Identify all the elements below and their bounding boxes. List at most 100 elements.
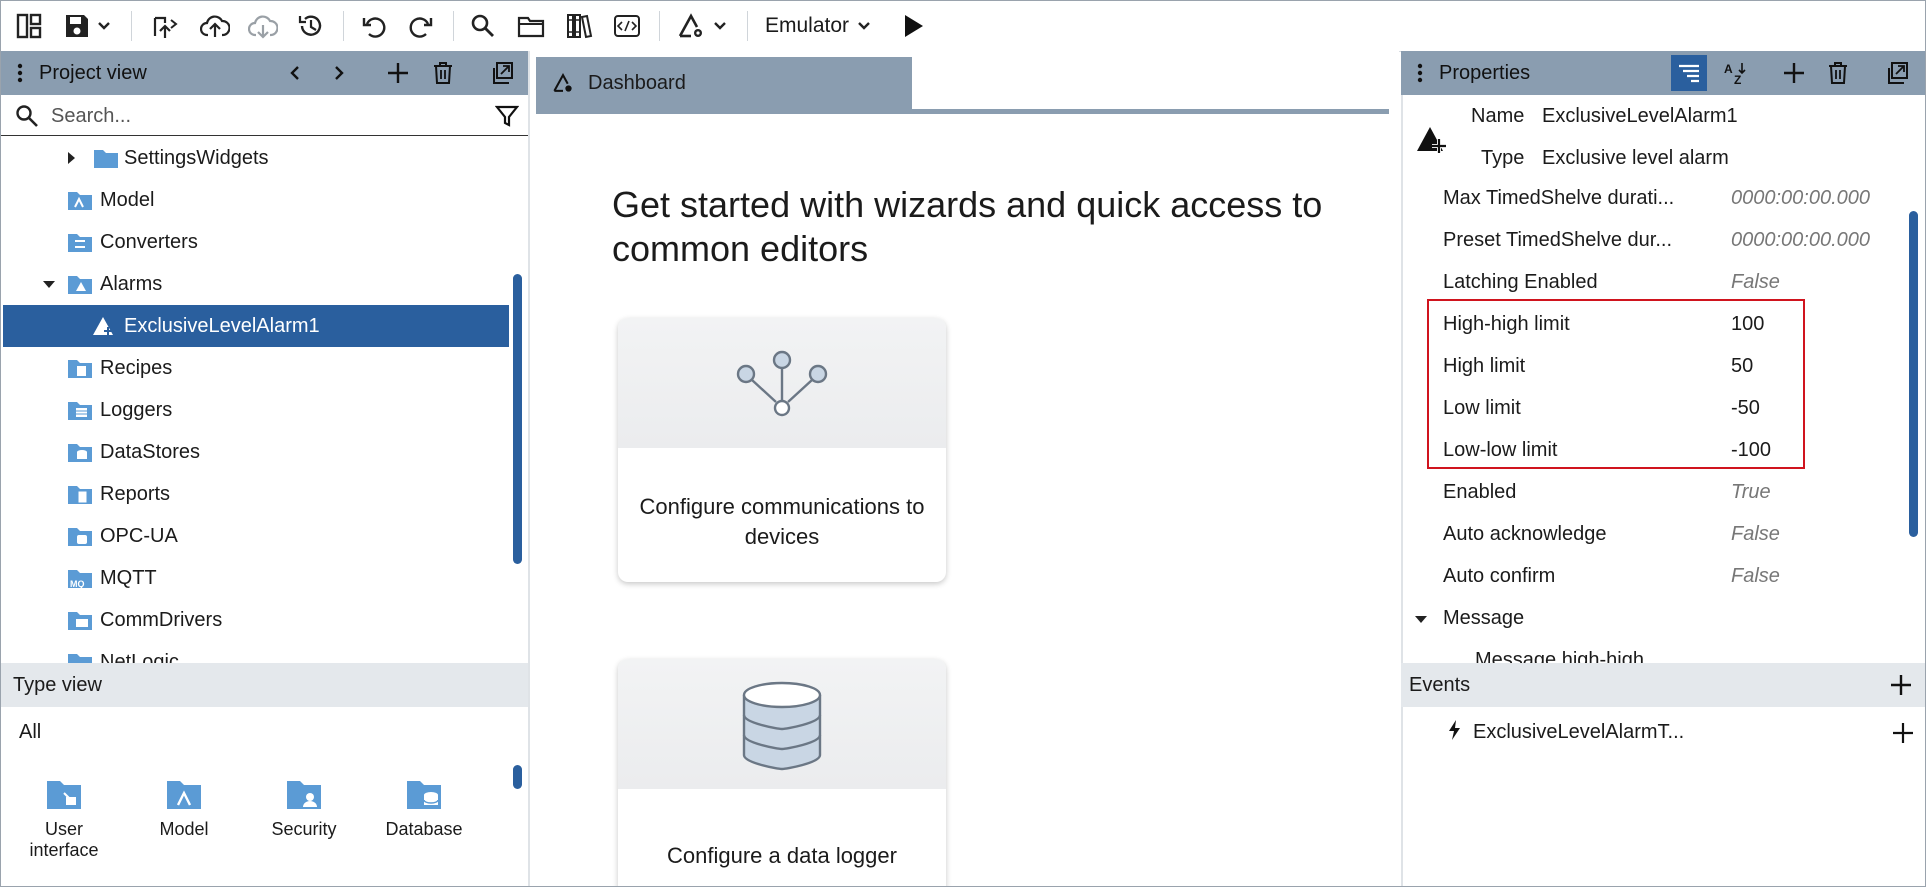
tree-item-model[interactable]: Model: [3, 179, 509, 221]
emulator-dropdown[interactable]: Emulator: [765, 11, 871, 41]
alarm-settings-icon[interactable]: [675, 10, 707, 42]
property-row[interactable]: Preset TimedShelve dur... 0000:00:00.000: [1401, 219, 1906, 261]
property-value[interactable]: False: [1731, 271, 1780, 294]
property-value[interactable]: False: [1731, 565, 1780, 588]
tree-item-mqtt[interactable]: MQ MQTT: [3, 557, 509, 599]
tree-item-loggers[interactable]: Loggers: [3, 389, 509, 431]
tree-item-recipes[interactable]: Recipes: [3, 347, 509, 389]
tab-label: Dashboard: [588, 71, 686, 94]
tree-item-settingswidgets[interactable]: SettingsWidgets: [3, 137, 509, 179]
folder-icon[interactable]: [515, 10, 547, 42]
property-value[interactable]: 0000:00:00.000: [1731, 229, 1870, 252]
type-item-user-interface[interactable]: User interface: [9, 773, 119, 861]
tree-scrollbar[interactable]: [513, 274, 522, 564]
property-value[interactable]: False: [1731, 523, 1780, 546]
page-title: Get started with wizards and quick acces…: [612, 184, 1323, 269]
popout-icon[interactable]: [1881, 57, 1913, 89]
property-row[interactable]: Auto acknowledge False: [1401, 513, 1906, 555]
trash-icon[interactable]: [427, 57, 459, 89]
code-icon[interactable]: [611, 10, 643, 42]
tree-item-opc-ua[interactable]: OPC-UA: [3, 515, 509, 557]
type-filter[interactable]: All: [19, 721, 41, 744]
layout-icon[interactable]: [13, 10, 45, 42]
tree-item-label: ExclusiveLevelAlarm1: [124, 314, 320, 337]
redo-icon[interactable]: [405, 10, 437, 42]
emulator-label: Emulator: [765, 14, 850, 37]
property-value[interactable]: True: [1731, 481, 1771, 504]
add-icon[interactable]: [1778, 57, 1810, 89]
project-view-header: Project view: [1, 51, 528, 95]
chevron-right-icon[interactable]: [323, 57, 355, 89]
type-item-security[interactable]: Security: [249, 773, 359, 840]
sort-az-icon[interactable]: AZ: [1719, 57, 1751, 89]
more-vertical-icon[interactable]: [1417, 63, 1423, 83]
type-item-database[interactable]: Database: [369, 773, 479, 840]
add-icon[interactable]: [382, 57, 414, 89]
more-vertical-icon[interactable]: [17, 63, 23, 83]
filter-icon[interactable]: [495, 104, 519, 128]
tree-item-label: MQTT: [100, 566, 157, 589]
add-icon[interactable]: [1889, 673, 1913, 697]
wizard-card-communications[interactable]: Configure communications to devices: [618, 318, 946, 582]
toolbar-divider: [659, 11, 660, 41]
type-view-scrollbar[interactable]: [513, 765, 522, 789]
deploy-icon[interactable]: [149, 10, 181, 42]
popout-icon[interactable]: [486, 57, 518, 89]
chevron-down-icon[interactable]: [709, 10, 731, 42]
property-key: Max TimedShelve durati...: [1443, 187, 1675, 209]
tree-item-commdrivers[interactable]: CommDrivers: [3, 599, 509, 641]
property-key: Auto acknowledge: [1443, 523, 1607, 545]
search-icon: [16, 105, 38, 127]
chevron-down-icon[interactable]: [93, 10, 115, 42]
tree-item-exclusivelevelalarm1[interactable]: ExclusiveLevelAlarm1: [3, 305, 509, 347]
dashboard-editor: Dashboard Get started with wizards and q…: [530, 51, 1399, 886]
datastores-folder-icon: [68, 444, 92, 462]
model-folder-icon: [167, 781, 201, 809]
property-row[interactable]: Max TimedShelve durati... 0000:00:00.000: [1401, 177, 1906, 219]
download-icon[interactable]: [247, 10, 279, 42]
categorized-view-icon[interactable]: [1671, 55, 1707, 91]
property-value[interactable]: 0000:00:00.000: [1731, 187, 1870, 210]
alarm-type-icon: [1417, 127, 1446, 153]
property-key: Preset TimedShelve dur...: [1443, 229, 1673, 251]
history-icon[interactable]: [295, 10, 327, 42]
search-input[interactable]: [49, 101, 473, 131]
tree-item-label: Alarms: [100, 272, 163, 295]
properties-scrollbar[interactable]: [1909, 211, 1918, 537]
toolbar-divider: [747, 11, 748, 41]
property-row[interactable]: Message high-high: [1401, 639, 1906, 663]
tree-item-label: Loggers: [100, 398, 173, 421]
wizard-card-data-logger[interactable]: Configure a data logger: [618, 659, 946, 886]
tree-item-datastores[interactable]: DataStores: [3, 431, 509, 473]
library-icon[interactable]: [563, 10, 595, 42]
play-icon[interactable]: [897, 10, 929, 42]
tree-item-alarms[interactable]: Alarms: [3, 263, 509, 305]
property-group-message[interactable]: Message: [1401, 597, 1906, 639]
project-search-bar: [1, 95, 528, 136]
undo-icon[interactable]: [358, 10, 390, 42]
tree-item-converters[interactable]: Converters: [3, 221, 509, 263]
trash-icon[interactable]: [1822, 57, 1854, 89]
tab-dashboard[interactable]: Dashboard: [536, 57, 912, 109]
opcua-folder-icon: [68, 528, 92, 546]
property-row[interactable]: Latching Enabled False: [1401, 261, 1906, 303]
type-item-model[interactable]: Model: [129, 773, 239, 840]
upload-icon[interactable]: [199, 10, 231, 42]
property-row[interactable]: Auto confirm False: [1401, 555, 1906, 597]
toolbar-divider: [131, 11, 132, 41]
panel-title: Properties: [1439, 61, 1531, 84]
chevron-left-icon[interactable]: [279, 57, 311, 89]
security-folder-icon: [287, 781, 321, 809]
chevron-down-icon[interactable]: [41, 276, 57, 292]
search-icon[interactable]: [467, 10, 499, 42]
type-view-header: Type view: [1, 663, 528, 707]
chevron-right-icon[interactable]: [63, 150, 79, 166]
name-value[interactable]: ExclusiveLevelAlarm1: [1542, 105, 1738, 128]
property-row[interactable]: Enabled True: [1401, 471, 1906, 513]
add-icon[interactable]: [1891, 721, 1915, 745]
save-icon[interactable]: [61, 10, 93, 42]
event-item[interactable]: ExclusiveLevelAlarmT...: [1401, 711, 1925, 753]
app-window: Emulator Project view Set: [0, 0, 1926, 887]
tree-item-reports[interactable]: Reports: [3, 473, 509, 515]
chevron-down-icon[interactable]: [1413, 611, 1429, 627]
